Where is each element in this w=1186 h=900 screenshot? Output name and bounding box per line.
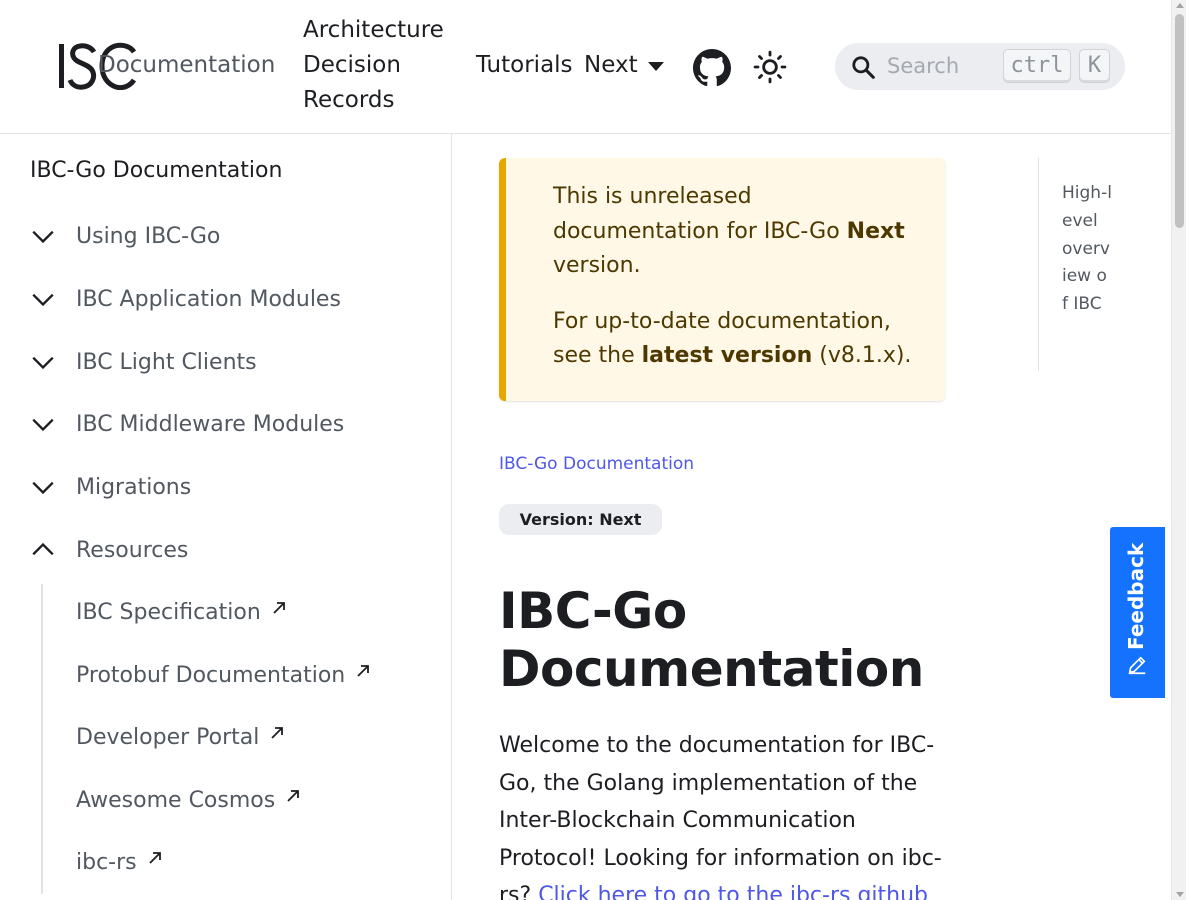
external-link-icon [148,852,161,864]
theme-toggle-sun-icon[interactable] [753,50,787,84]
version-dropdown-label: Next [584,52,638,78]
chevron-down-icon [32,356,54,370]
sidebar-subitem-ibc-rs[interactable]: ibc-rs [76,842,163,882]
sidebar-item-label: Migrations [76,474,192,500]
search-button[interactable]: Search ctrl K [835,43,1125,90]
chevron-down-icon [32,481,54,495]
sidebar-item-light-clients[interactable]: IBC Light Clients [30,342,257,382]
intro-paragraph: Welcome to the documentation for IBC-Go,… [499,727,945,900]
toc-link-high-level-overview[interactable]: High-level overview of IBC [1062,180,1112,319]
sidebar-subitem-label: ibc-rs [76,849,137,875]
chevron-up-icon [32,542,54,556]
github-icon[interactable] [693,49,731,87]
latest-version-link[interactable]: latest version [642,343,813,368]
sidebar-subitem-awesome-cosmos[interactable]: Awesome Cosmos [76,780,301,820]
sidebar-item-using-ibc-go[interactable]: Using IBC-Go [30,216,220,256]
sidebar-item-label: IBC Application Modules [76,286,341,312]
navbar: Documentation Architecture Decision Reco… [0,0,1171,134]
sidebar-subitem-label: Awesome Cosmos [76,787,276,813]
sidebar-subitem-label: IBC Specification [76,599,261,625]
feedback-button[interactable]: Feedback [1110,527,1165,698]
sidebar: IBC-Go Documentation Using IBC-Go IBC Ap… [0,134,452,900]
version-badge: Version: Next [499,504,662,535]
caret-down-icon [647,62,664,71]
sidebar-subitem-label: Developer Portal [76,724,260,750]
scrollbar-thumb[interactable] [1175,14,1184,228]
admonition-line-1: This is unreleased documentation for IBC… [553,180,925,284]
ibc-rs-github-link[interactable]: Click here to go to the ibc-rs github [538,883,928,900]
sidebar-item-migrations[interactable]: Migrations [30,467,191,507]
chevron-down-icon [32,230,54,244]
kbd-ctrl-key: ctrl [1003,49,1071,83]
feedback-label: Feedback [1124,542,1148,650]
sidebar-subitem-ibc-specification[interactable]: IBC Specification [76,592,287,632]
external-link-icon [273,602,285,614]
admonition-bold-next: Next [846,218,905,244]
admonition-line-2: For up-to-date documentation, see the la… [553,305,925,374]
submenu-guide-line [41,584,43,894]
search-icon [852,56,875,79]
pencil-icon [1128,656,1146,675]
sidebar-item-application-modules[interactable]: IBC Application Modules [30,279,341,319]
sidebar-item-label: Resources [76,537,189,563]
sidebar-title[interactable]: IBC-Go Documentation [30,158,282,183]
scrollbar[interactable] [1171,0,1186,900]
scroll-down-arrow-icon[interactable] [1176,892,1184,897]
sidebar-item-label: IBC Light Clients [76,349,257,375]
nav-tutorials-link[interactable]: Tutorials [476,48,573,83]
scroll-up-arrow-icon[interactable] [1176,3,1184,8]
nav-documentation-link[interactable]: Documentation [98,48,275,83]
sidebar-item-middleware-modules[interactable]: IBC Middleware Modules [30,404,344,444]
table-of-contents: High-level overview of IBC [1038,158,1118,371]
external-link-icon [271,727,284,739]
admonition-text: This is unreleased documentation for IBC… [553,184,847,244]
sidebar-item-label: IBC Middleware Modules [76,411,345,437]
search-placeholder: Search [887,54,960,78]
sidebar-item-label: Using IBC-Go [76,223,221,249]
version-dropdown[interactable]: Next [584,48,664,83]
external-link-icon [287,790,300,802]
unreleased-warning-admonition: This is unreleased documentation for IBC… [499,158,945,401]
breadcrumb[interactable]: IBC-Go Documentation [499,454,694,474]
intro-text: Welcome to the documentation for IBC-Go,… [499,733,942,900]
page-title: IBC-Go Documentation [499,582,924,698]
nav-adr-link[interactable]: Architecture Decision Records [303,13,453,118]
sidebar-item-resources[interactable]: Resources [30,530,188,570]
kbd-k-key: K [1079,49,1110,83]
sidebar-subitem-developer-portal[interactable]: Developer Portal [76,717,285,757]
chevron-down-icon [32,418,54,432]
admonition-text: version. [553,253,641,278]
sidebar-subitem-label: Protobuf Documentation [76,662,346,688]
chevron-down-icon [32,293,54,307]
admonition-text: (v8.1.x). [812,343,912,368]
external-link-icon [357,665,370,677]
sidebar-subitem-protobuf-docs[interactable]: Protobuf Documentation [76,655,371,695]
